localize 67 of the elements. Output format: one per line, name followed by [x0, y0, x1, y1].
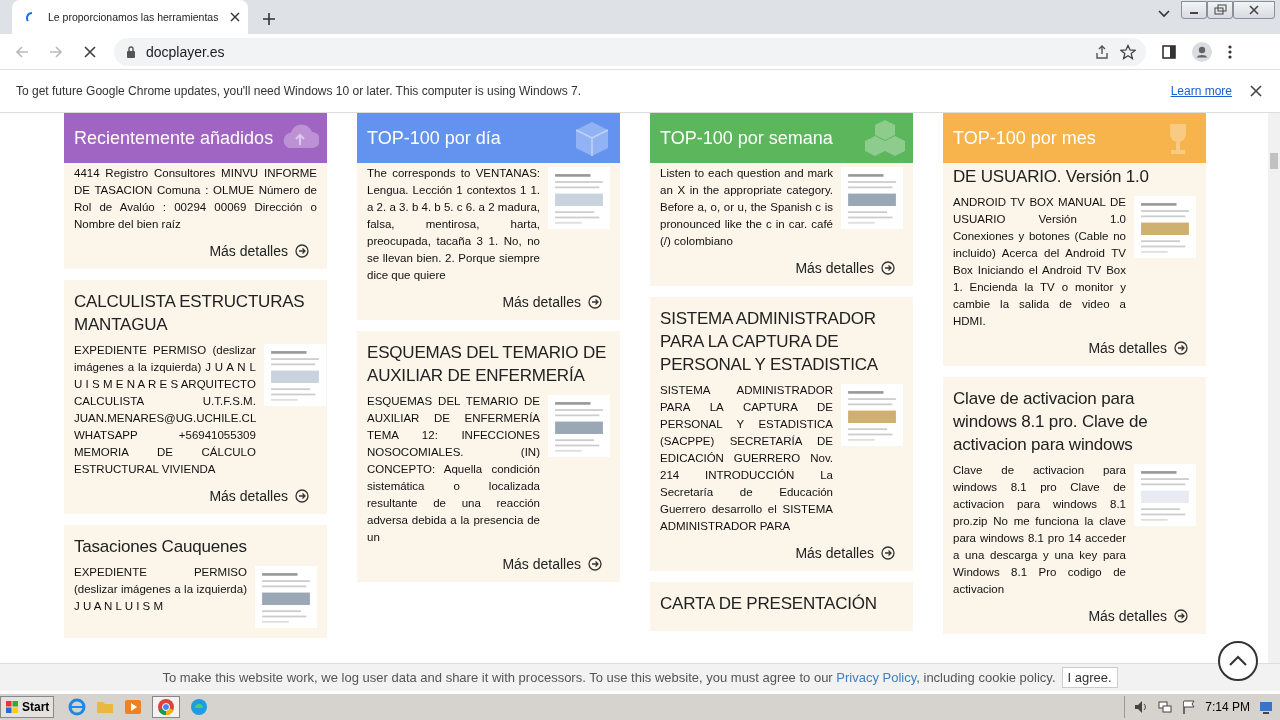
- menu-icon[interactable]: [1228, 43, 1232, 60]
- arrow-circle-icon: [295, 244, 309, 258]
- chevron-up-icon: [1228, 655, 1248, 667]
- section-title: TOP-100 por semana: [660, 127, 833, 149]
- section-title: Recientemente añadidos: [74, 127, 274, 149]
- document-excerpt: 4414 Registro Consultores MINVU INFORME DE TASACION Comuna : OLMUE Número de Rol de Avalúo : 00294 00069 Dirección o Nombre del bien raíz: [74, 166, 317, 232]
- document-title[interactable]: SISTEMA ADMINISTRADOR PARA LA CAPTURA DE PERSONAL Y ESTADISTICA: [660, 307, 903, 376]
- document-excerpt: Listen to each question and mark an X in the appropriate category. Before a, o, or u, the Spanish c is pronounced like the c in car. café (/) colombiano: [660, 166, 833, 249]
- profile-icon[interactable]: [1192, 41, 1212, 62]
- more-details-link[interactable]: Más detalles: [1088, 340, 1188, 356]
- arrow-circle-icon: [881, 546, 895, 560]
- section-title: TOP-100 por mes: [953, 127, 1096, 149]
- clock: 7:14 PM: [1205, 700, 1250, 714]
- document-title[interactable]: Tasaciones Cauquenes: [74, 535, 317, 558]
- flag-icon[interactable]: [1181, 699, 1198, 715]
- document-title[interactable]: ESQUEMAS DEL TEMARIO DE AUXILIAR DE ENFERMERÍA: [367, 341, 610, 387]
- media-player-icon[interactable]: [124, 698, 143, 716]
- minimize-icon[interactable]: [1181, 1, 1207, 19]
- learn-more-link[interactable]: Learn more: [1170, 84, 1232, 98]
- close-icon[interactable]: [1250, 85, 1262, 97]
- section-title: TOP-100 por día: [367, 127, 501, 149]
- more-details-link[interactable]: Más detalles: [795, 260, 895, 276]
- arrow-circle-icon: [881, 261, 895, 275]
- show-desktop-icon[interactable]: [1258, 699, 1274, 715]
- close-icon[interactable]: [230, 12, 240, 22]
- cubes-icon: [865, 118, 905, 158]
- document-excerpt: Clave de activacion para windows 8.1 pro Clave de activacion para windows 8.1 pro.zip No me funciona la clave para windows 8.1 pro 14 acceder a una descarga y una key para Windows 8.1 Pro codigo de activacion: [953, 463, 1126, 597]
- scroll-to-top-button[interactable]: [1218, 641, 1258, 681]
- close-icon[interactable]: [1233, 1, 1275, 19]
- document-excerpt: EXPEDIENTE PERMISO (deslizar imágenes a la izquierda) J U A N L U I S M: [74, 565, 247, 614]
- arrow-circle-icon: [295, 489, 309, 503]
- more-details-link[interactable]: Más detalles: [209, 243, 309, 259]
- side-panel-icon[interactable]: [1162, 44, 1176, 59]
- restore-icon[interactable]: [1207, 1, 1233, 19]
- more-details-link[interactable]: Más detalles: [795, 545, 895, 561]
- network-icon[interactable]: [1157, 699, 1174, 715]
- more-details-link[interactable]: Más detalles: [502, 294, 602, 310]
- share-icon[interactable]: [1094, 43, 1110, 60]
- agree-button[interactable]: I agree.: [1061, 667, 1118, 688]
- star-icon[interactable]: [1120, 43, 1136, 60]
- more-details-link[interactable]: Más detalles: [502, 556, 602, 572]
- document-excerpt: ESQUEMAS DEL TEMARIO DE AUXILIAR DE ENFERMERÍA TEMA 12: INFECCIONES NOSOCOMIALES. (IN) CONCEPTO: Aquella condición sistemática o localizada resultante de una reacción adversa debida a la presencia de un: [367, 394, 540, 545]
- browser-tab[interactable]: Le proporcionamos las herramientas: [12, 0, 248, 34]
- arrow-circle-icon: [588, 557, 602, 571]
- document-excerpt: ANDROID TV BOX MANUAL DE USUARIO Versión 1.0 Conexiones y botones (Cable no incluido) Acerca del Android TV Box Iniciando el Android TV Box 1. Encienda la TV o monitor y cambie la salida de video a HDMI.: [953, 195, 1126, 329]
- more-details-link[interactable]: Más detalles: [209, 488, 309, 504]
- arrow-circle-icon: [1174, 609, 1188, 623]
- document-title[interactable]: CARTA DE PRESENTACIÓN: [660, 592, 903, 615]
- more-details-link[interactable]: Más detalles: [1088, 608, 1188, 624]
- cookie-notice: To make this website work, we log user data and share it with processors. To use this website, you must agree to our Privacy Policy, including cookie policy.: [162, 670, 1056, 685]
- document-title[interactable]: DE USUARIO. Versión 1.0: [953, 165, 1196, 188]
- stop-icon[interactable]: [82, 43, 98, 60]
- update-notice: To get future Google Chrome updates, you'll need Windows 10 or later. This computer is using Windows 7.: [16, 84, 583, 98]
- chrome-icon[interactable]: [152, 696, 181, 718]
- new-tab-icon[interactable]: [262, 12, 276, 26]
- document-excerpt: EXPEDIENTE PERMISO (deslizar imágenes a la izquierda) J U A N L U I S M E N A R E S ARQUITECTO CALCULISTA U.T.F.S.M. JUAN.MENARES@UG.UCHILE.CL WHATSAPP +56941055309 MEMORIA DE CÁLCULO ESTRUCTURAL VIVIENDA: [74, 343, 256, 477]
- windows-logo-icon: [5, 700, 19, 714]
- document-excerpt: SISTEMA ADMINISTRADOR PARA LA CAPTURA DE PERSONAL Y ESTADISTICA (SACPPE) SECRETARÍA DE EDICACIÓN GUERRERO Nov. 214 INTRODUCCIÓN La Secretaría de Educación Guerrero desarrollo el SISTEMA ADMINISTRADOR PARA: [660, 383, 833, 534]
- start-button[interactable]: Start: [0, 696, 55, 718]
- address-bar[interactable]: docplayer.es: [114, 37, 1146, 66]
- arrow-circle-icon: [1174, 341, 1188, 355]
- lock-icon: [126, 45, 136, 58]
- document-excerpt: The corresponds to VENTANAS: Lengua. Lección 1 contextos 1 1. a 2. a 3. b 4. b 5. c 6. a 2 madura, falsa, mentirosa, harta, preocupada, tacaña 3 1. No, no se llevan bien. 2. Porque siempre dice que quiere: [367, 166, 540, 283]
- document-title[interactable]: CALCULISTA ESTRUCTURAS MANTAGUA: [74, 290, 317, 336]
- document-title[interactable]: Clave de activacion para windows 8.1 pro. Clave de activacion para windows: [953, 387, 1196, 456]
- arrow-circle-icon: [588, 295, 602, 309]
- chevron-down-icon[interactable]: [1158, 10, 1170, 18]
